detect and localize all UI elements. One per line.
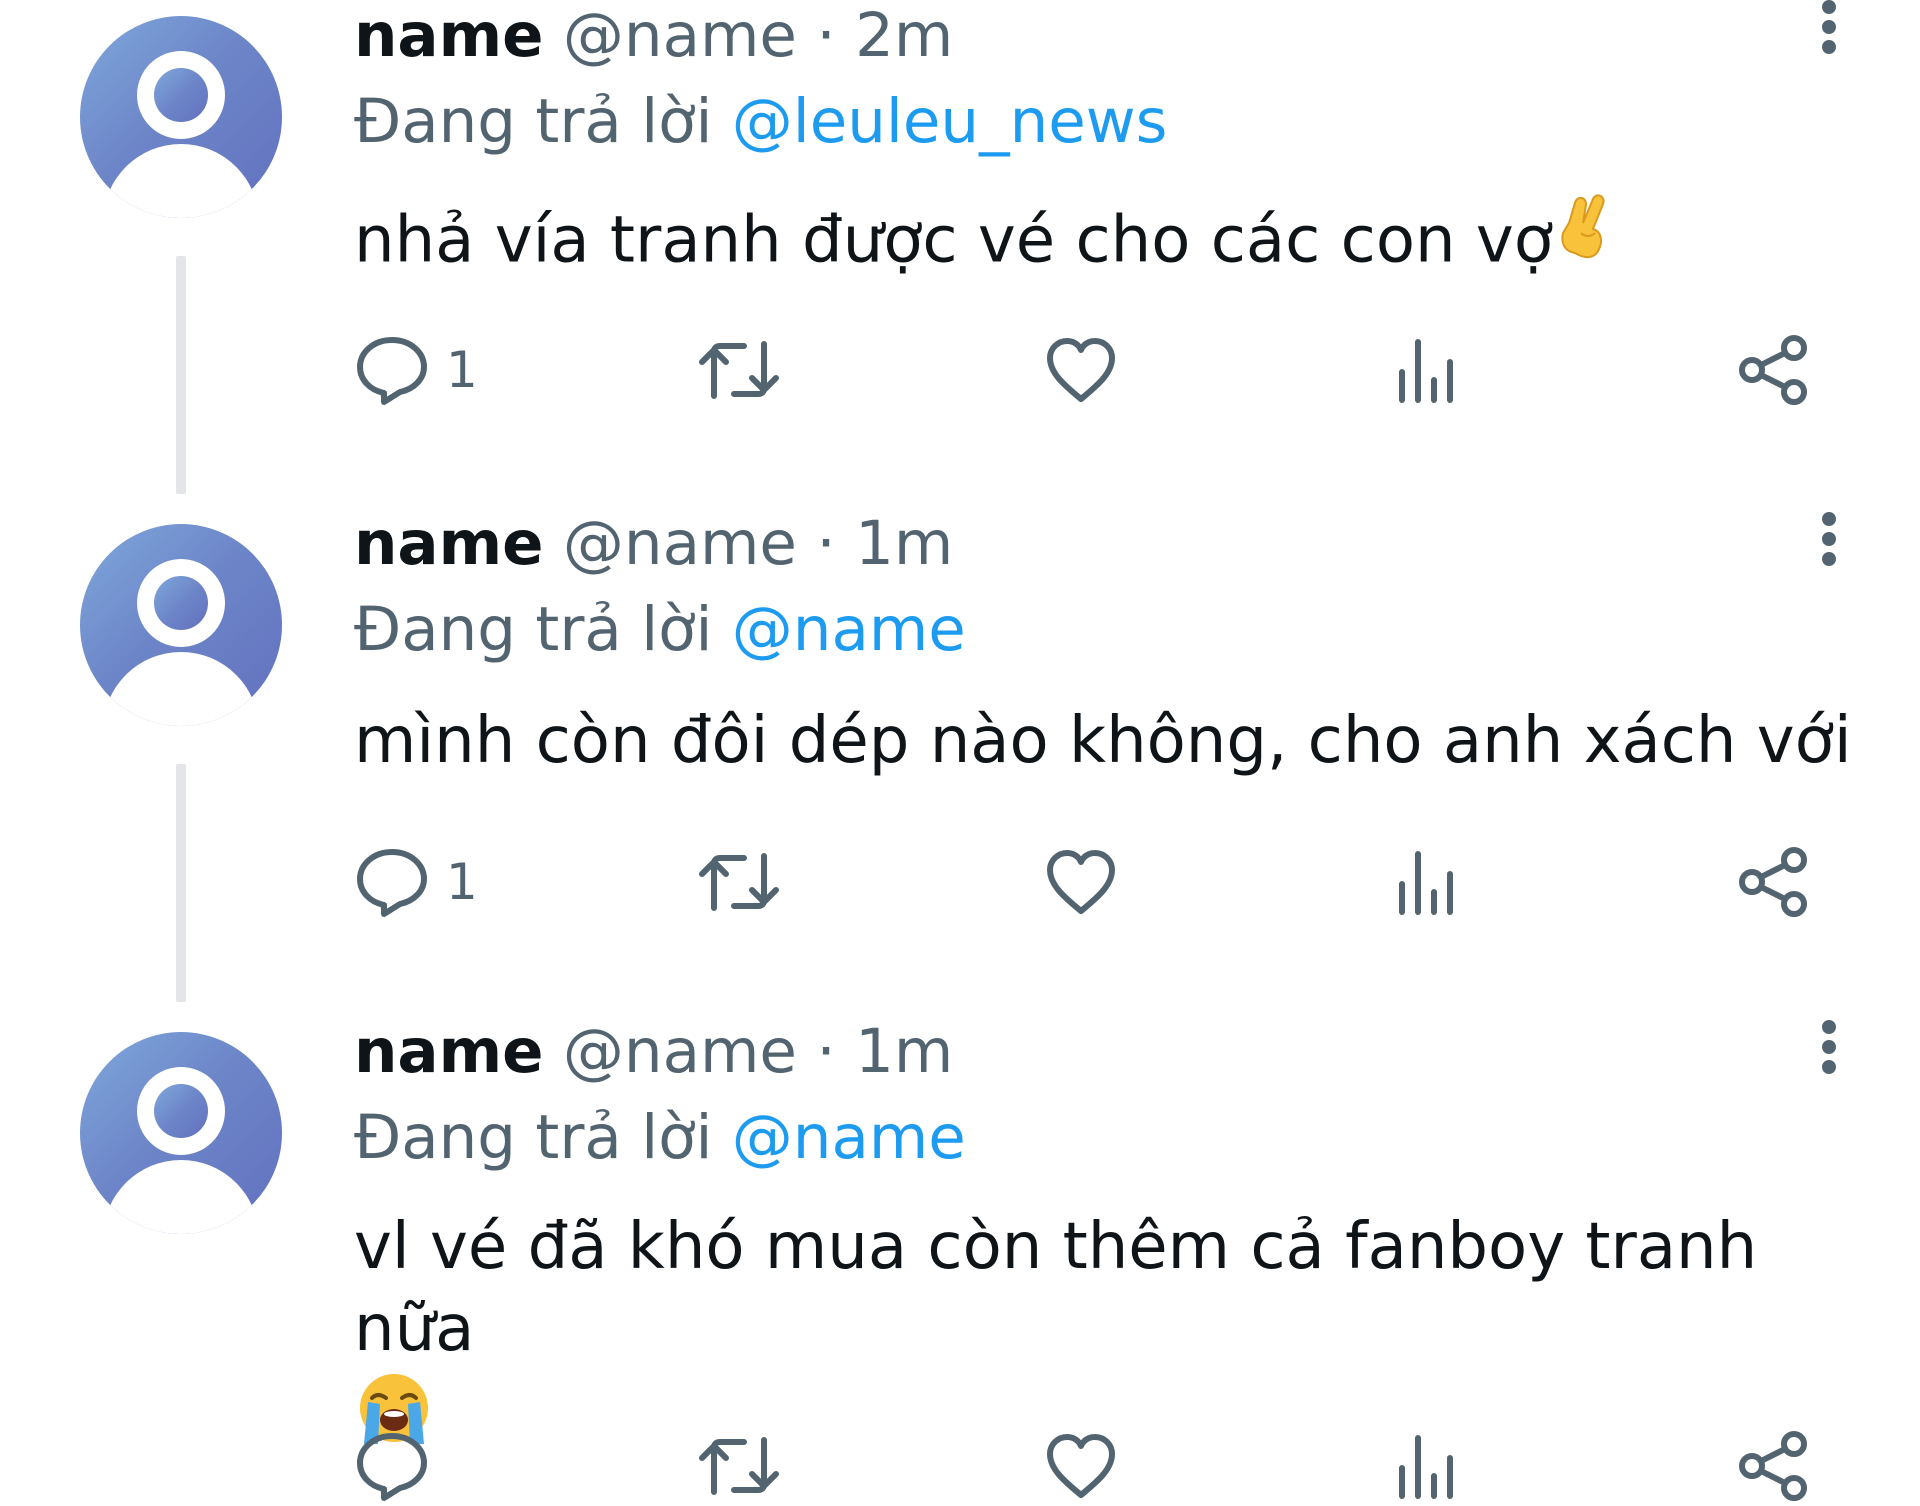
timestamp[interactable]: 1m [855,508,953,579]
display-name[interactable]: name [354,1016,544,1087]
like-button[interactable] [1044,330,1118,410]
separator-dot: · [816,508,836,579]
share-button[interactable] [1736,1426,1812,1506]
share-icon [1736,846,1812,918]
retweet-button[interactable] [694,1426,784,1506]
display-name[interactable]: name [354,508,544,579]
reply-icon [354,1430,430,1502]
retweet-button[interactable] [694,330,784,410]
retweet-icon [694,1434,784,1498]
timestamp[interactable]: 1m [855,1016,953,1087]
replying-to: Đang trả lời @name [354,1102,966,1174]
retweet-icon [694,338,784,402]
tweet-text: mình còn đôi dép nào không, cho anh xách… [354,700,1854,782]
views-button[interactable] [1394,1426,1458,1506]
tweet[interactable]: name @name · 1m Đang trả lời @name vl vé… [0,1016,1920,1501]
retweet-button[interactable] [694,842,784,922]
replying-to: Đang trả lời @leuleu_news [354,86,1167,158]
tweet-actions [354,1426,1834,1506]
avatar[interactable] [80,16,282,218]
tweet-text-content: mình còn đôi dép nào không, cho anh xách… [354,704,1852,778]
tweet[interactable]: name @name · 1m Đang trả lời @name mình … [0,508,1920,1008]
share-icon [1736,1430,1812,1502]
reply-button[interactable] [354,1426,446,1506]
display-name[interactable]: name [354,0,544,71]
mention-link[interactable]: @name [732,1102,966,1173]
tweet-text-content: vl vé đã khó mua còn thêm cả fanboy tran… [354,1210,1758,1366]
separator-dot: · [816,1016,836,1087]
mention-link[interactable]: @name [732,594,966,665]
tweet-header: name @name · 1m [354,508,953,580]
thread-connector [176,764,186,1002]
views-icon [1394,848,1458,916]
heart-icon [1044,849,1118,915]
heart-icon [1044,337,1118,403]
reply-thread: name @name · 2m Đang trả lời @leuleu_new… [0,0,1920,1501]
views-button[interactable] [1394,842,1458,922]
reply-count: 1 [446,853,478,911]
more-options-button[interactable] [1810,512,1850,586]
replying-to-label: Đang trả lời [354,86,713,157]
share-icon [1736,334,1812,406]
heart-icon [1044,1433,1118,1499]
tweet-actions: 1 [354,330,1834,410]
timestamp[interactable]: 2m [855,0,953,71]
tweet-header: name @name · 2m [354,0,953,72]
reply-button[interactable]: 1 [354,330,478,410]
tweet-header: name @name · 1m [354,1016,953,1088]
views-icon [1394,336,1458,404]
tweet-text-content: nhả vía tranh được vé cho các con vợ [354,203,1553,278]
username[interactable]: @name [563,1016,797,1087]
reply-count: 1 [446,341,478,399]
replying-to-label: Đang trả lời [354,1102,713,1173]
more-options-button[interactable] [1810,1020,1850,1094]
separator-dot: · [816,0,836,71]
crossed-fingers-emoji-icon [1553,193,1611,295]
avatar[interactable] [80,1032,282,1234]
reply-icon [354,846,430,918]
retweet-icon [694,850,784,914]
share-button[interactable] [1736,330,1812,410]
username[interactable]: @name [563,0,797,71]
tweet-text: nhả vía tranh được vé cho các con vợ [354,193,1854,295]
more-options-button[interactable] [1810,0,1850,74]
reply-icon [354,334,430,406]
avatar[interactable] [80,524,282,726]
share-button[interactable] [1736,842,1812,922]
replying-to: Đang trả lời @name [354,594,966,666]
reply-button[interactable]: 1 [354,842,478,922]
views-button[interactable] [1394,330,1458,410]
thread-connector [176,256,186,494]
replying-to-label: Đang trả lời [354,594,713,665]
mention-link[interactable]: @leuleu_news [732,86,1168,157]
tweet-actions: 1 [354,842,1834,922]
tweet[interactable]: name @name · 2m Đang trả lời @leuleu_new… [0,0,1920,500]
like-button[interactable] [1044,842,1118,922]
like-button[interactable] [1044,1426,1118,1506]
username[interactable]: @name [563,508,797,579]
